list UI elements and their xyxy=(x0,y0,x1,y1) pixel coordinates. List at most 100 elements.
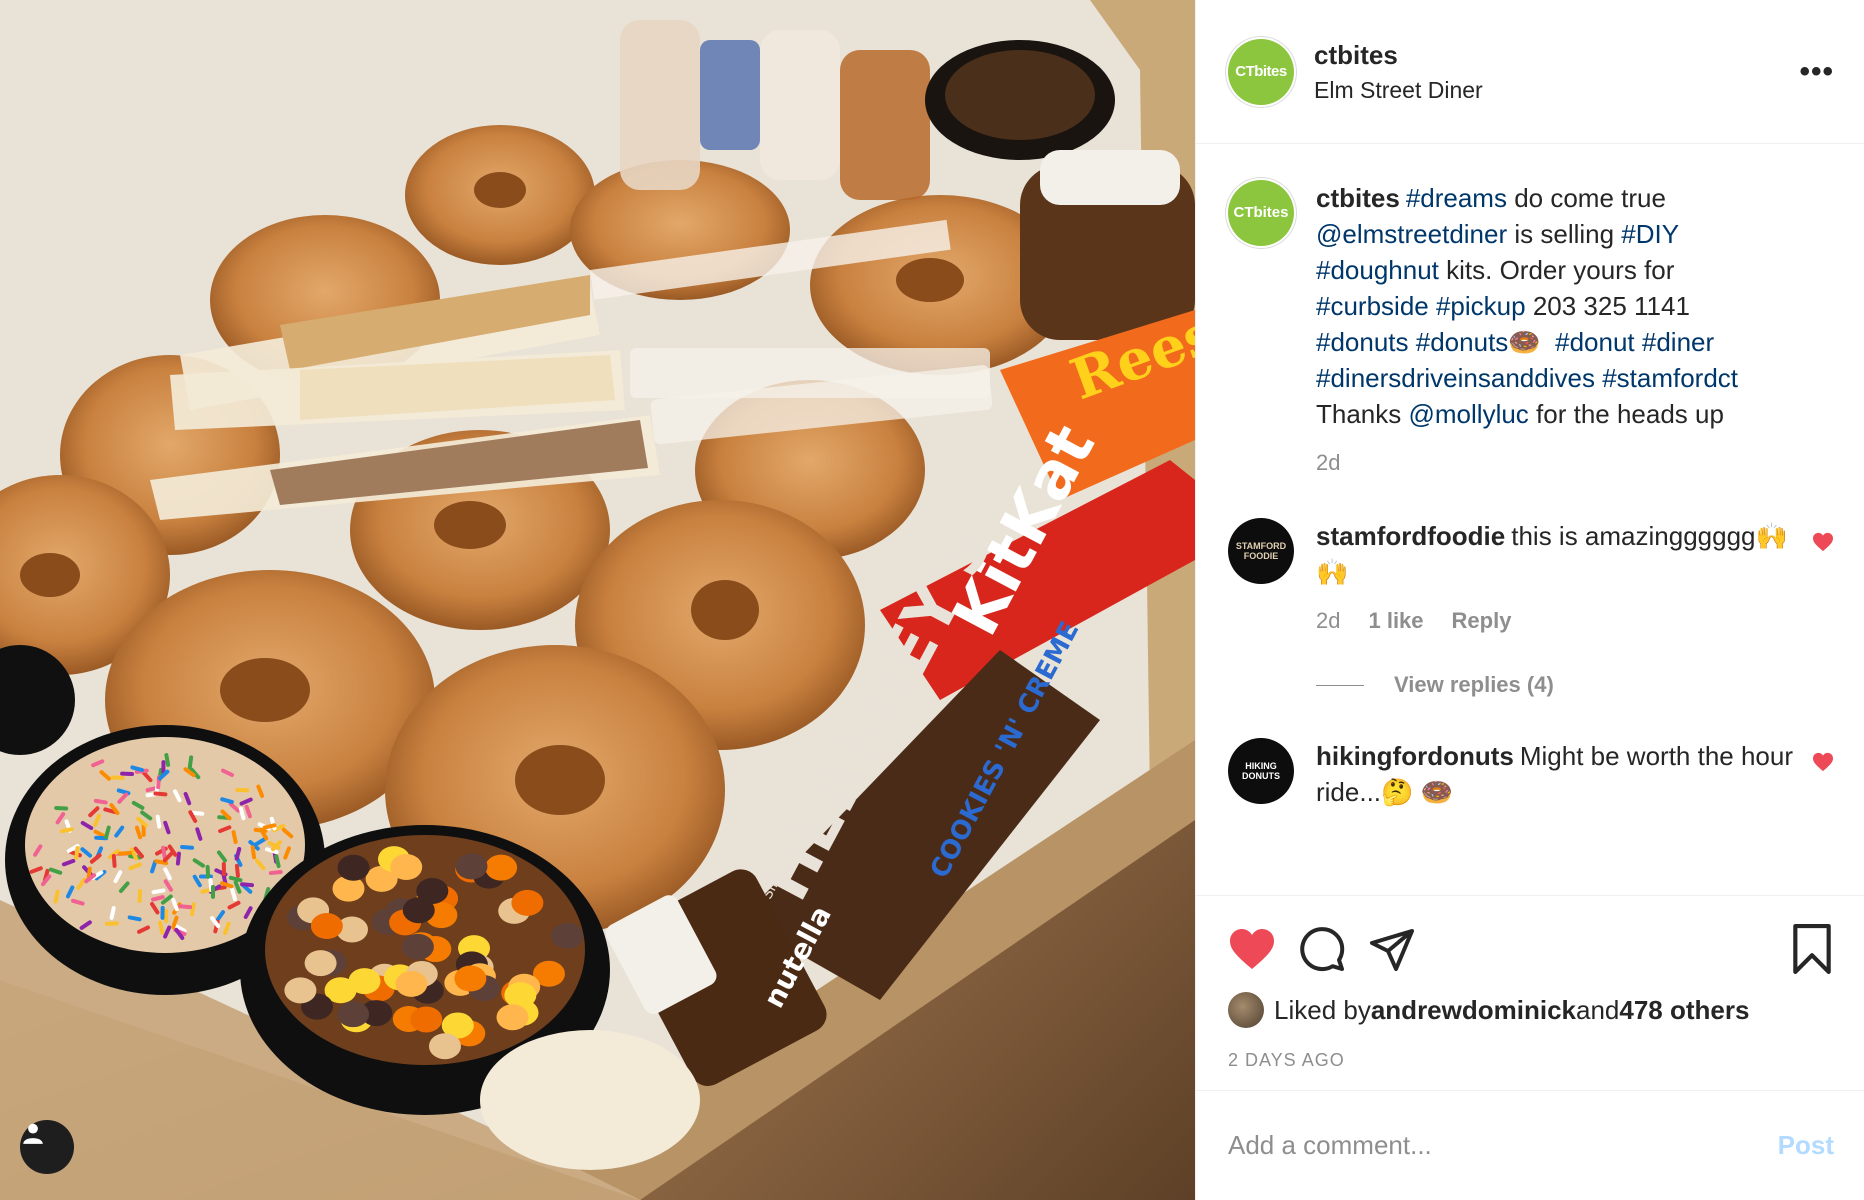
header-text: ctbites Elm Street Diner xyxy=(1314,40,1799,104)
candy-piece xyxy=(337,854,370,881)
person-icon xyxy=(23,1123,43,1144)
sprinkle xyxy=(235,788,250,793)
comment-likes[interactable]: 1 like xyxy=(1368,608,1423,634)
view-replies-label: View replies (4) xyxy=(1394,672,1554,697)
comment-like-button[interactable] xyxy=(1812,752,1834,777)
hashtag-link[interactable]: #donuts🍩 xyxy=(1416,327,1541,357)
post-username[interactable]: ctbites xyxy=(1314,40,1799,71)
heart-filled-icon xyxy=(1230,928,1274,969)
candy-piece xyxy=(511,889,544,916)
avatar[interactable]: CTbites xyxy=(1228,180,1294,246)
candy-piece xyxy=(496,1004,529,1031)
like-button[interactable] xyxy=(1228,927,1276,976)
caption-fragment: is selling xyxy=(1507,219,1622,249)
caption-text: ctbites #dreams do come true @elmstreetdi… xyxy=(1316,180,1796,432)
more-options-button[interactable]: ••• xyxy=(1799,55,1834,89)
liker-username[interactable]: andrewdominick xyxy=(1371,995,1576,1026)
candy-piece xyxy=(428,1033,461,1060)
post-location[interactable]: Elm Street Diner xyxy=(1314,77,1799,104)
sprinkle xyxy=(137,888,143,903)
comment-body: hikingfordonuts Might be worth the hour r… xyxy=(1316,738,1834,810)
candy-piece xyxy=(454,965,487,992)
avatar[interactable]: HIKING DONUTS xyxy=(1228,738,1294,804)
comment-item: HIKING DONUTS hikingfordonuts Might be wo… xyxy=(1228,738,1834,810)
post-comment-button[interactable]: Post xyxy=(1778,1130,1834,1161)
candy-piece xyxy=(551,922,584,949)
hashtag-link[interactable]: #doughnut xyxy=(1316,255,1439,285)
caption-fragment: 203 325 1141 xyxy=(1525,291,1690,321)
caption-fragment: do come true xyxy=(1506,183,1666,213)
heart-filled-icon xyxy=(1813,532,1833,552)
reply-button[interactable]: Reply xyxy=(1452,608,1512,634)
comments-section: CTbites ctbites #dreams do come true @elm… xyxy=(1196,144,1864,896)
likes-count[interactable]: 478 others xyxy=(1619,995,1749,1026)
user-tag-button[interactable] xyxy=(20,1120,74,1174)
hashtag-link[interactable]: #curbside xyxy=(1316,291,1429,321)
caption: CTbites ctbites #dreams do come true @elm… xyxy=(1228,180,1834,476)
post-side-panel: CTbites ctbites Elm Street Diner ••• CTb… xyxy=(1195,0,1864,1200)
comment-username[interactable]: stamfordfoodie xyxy=(1316,521,1505,551)
liker-avatar[interactable] xyxy=(1228,992,1264,1028)
sprinkle xyxy=(160,905,165,920)
donut-kit-illustration: Reese's KitKat HERSHEY'S COOKIES 'N' CRE… xyxy=(0,0,1195,1200)
add-comment-bar: Post xyxy=(1196,1090,1864,1200)
caption-fragment: kits. Order yours for xyxy=(1438,255,1675,285)
view-replies-button[interactable]: View replies (4) xyxy=(1316,672,1834,698)
bookmark-icon xyxy=(1793,923,1831,974)
post-photo[interactable]: Reese's KitKat HERSHEY'S COOKIES 'N' CRE… xyxy=(0,0,1195,1200)
candy-piece xyxy=(390,853,423,880)
hashtag-link[interactable]: #pickup xyxy=(1436,291,1526,321)
comment-meta: 2d 1 like Reply xyxy=(1316,608,1796,634)
post-header: CTbites ctbites Elm Street Diner ••• xyxy=(1196,0,1864,144)
candy-piece xyxy=(416,877,449,904)
likes-prefix: Liked by xyxy=(1274,994,1371,1025)
likes-summary[interactable]: Liked by andrewdominick and 478 others xyxy=(1196,992,1864,1028)
share-button[interactable] xyxy=(1368,925,1416,978)
hashtag-link[interactable]: #DIY xyxy=(1621,219,1679,249)
candy-piece xyxy=(348,968,381,995)
avatar-label: HIKING DONUTS xyxy=(1242,761,1280,781)
caption-meta: 2d xyxy=(1316,450,1796,476)
avatar-label: CTbites xyxy=(1235,63,1287,80)
mention-link[interactable]: @elmstreetdiner xyxy=(1316,219,1507,249)
sprinkle xyxy=(221,862,226,877)
sprinkle xyxy=(198,874,213,879)
comment-age[interactable]: 2d xyxy=(1316,608,1340,634)
comment-username[interactable]: hikingfordonuts xyxy=(1316,741,1514,771)
instagram-post: Reese's KitKat HERSHEY'S COOKIES 'N' CRE… xyxy=(0,0,1864,1200)
paper-plane-icon xyxy=(1370,928,1414,971)
sprinkle xyxy=(164,908,169,923)
sprinkle xyxy=(205,864,211,879)
candy-piece xyxy=(304,950,337,977)
post-date[interactable]: 2 DAYS AGO xyxy=(1196,1028,1864,1071)
caption-username[interactable]: ctbites xyxy=(1316,183,1400,213)
avatar[interactable]: CTbites xyxy=(1228,38,1294,105)
likes-mid: and xyxy=(1576,994,1620,1025)
candy-piece xyxy=(455,853,488,880)
comment-like-button[interactable] xyxy=(1812,532,1834,557)
hashtag-link[interactable]: #dreams xyxy=(1406,183,1507,213)
candy-piece xyxy=(337,1001,370,1028)
hashtag-link[interactable]: #donut xyxy=(1555,327,1635,357)
sprinkle xyxy=(210,884,215,899)
candy-piece xyxy=(401,933,434,960)
hashtag-link[interactable]: #stamfordct xyxy=(1602,363,1738,393)
hashtag-link[interactable]: #diner xyxy=(1642,327,1714,357)
donut xyxy=(405,125,595,265)
hashtag-link[interactable]: #donuts xyxy=(1316,327,1409,357)
comment-text: hikingfordonuts Might be worth the hour r… xyxy=(1316,738,1796,810)
save-button[interactable] xyxy=(1790,923,1834,979)
comment-item: STAMFORD FOODIE stamfordfoodie this is am… xyxy=(1228,518,1834,634)
caption-fragment: Thanks xyxy=(1316,399,1409,429)
avatar[interactable]: STAMFORD FOODIE xyxy=(1228,518,1294,584)
sprinkle xyxy=(54,805,69,811)
comment-input[interactable] xyxy=(1228,1130,1778,1161)
avatar-label: CTbites xyxy=(1233,204,1289,221)
caption-body: ctbites #dreams do come true @elmstreetdi… xyxy=(1316,180,1834,476)
comment-button[interactable] xyxy=(1298,925,1346,978)
caption-age[interactable]: 2d xyxy=(1316,450,1340,476)
hashtag-link[interactable]: #dinersdriveinsanddives xyxy=(1316,363,1595,393)
sprinkle xyxy=(104,921,119,926)
candy-piece xyxy=(410,1006,443,1033)
mention-link[interactable]: @mollyluc xyxy=(1409,399,1529,429)
